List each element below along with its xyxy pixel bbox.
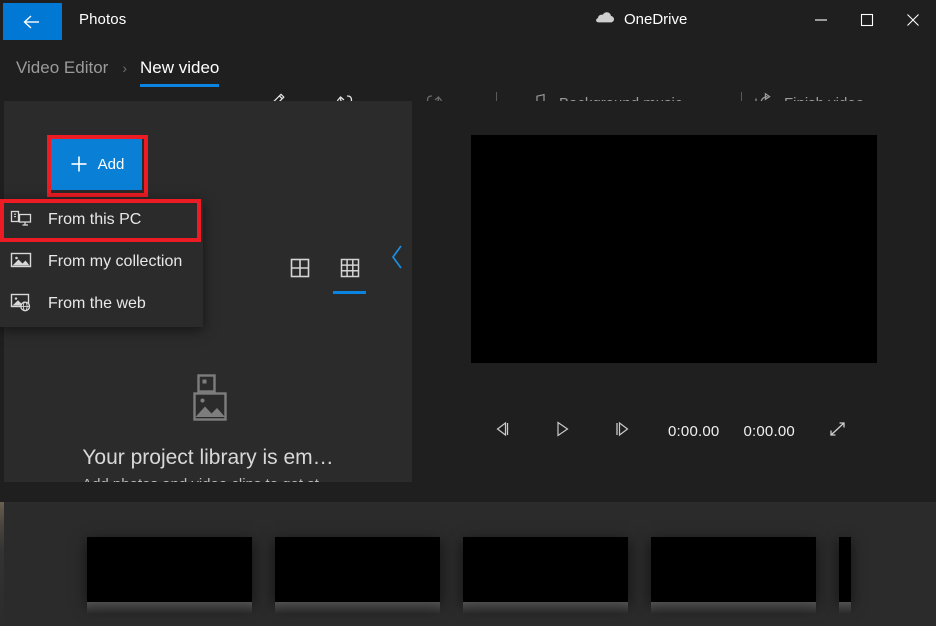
total-time-label: 0:00.00 <box>743 423 794 440</box>
timeline-gap <box>0 482 936 502</box>
breadcrumb-current-label: New video <box>140 58 219 77</box>
maximize-button[interactable] <box>844 0 890 44</box>
plus-icon <box>69 154 89 174</box>
app-title: Photos <box>79 11 126 28</box>
photo-globe-icon <box>10 292 32 317</box>
next-frame-icon <box>612 420 632 443</box>
add-button[interactable]: Add <box>51 138 142 190</box>
table-row[interactable] <box>651 537 816 602</box>
title-bar: Photos OneDrive <box>0 0 936 44</box>
back-button[interactable] <box>3 3 62 40</box>
view-mode-active-underline <box>333 291 366 294</box>
menu-item-from-my-collection[interactable]: From my collection <box>0 241 203 283</box>
table-row[interactable] <box>463 537 628 602</box>
back-arrow-icon <box>22 13 44 31</box>
table-row[interactable] <box>839 537 851 602</box>
breadcrumb-active-underline <box>140 84 219 87</box>
grid-large-icon <box>290 258 310 283</box>
play-icon <box>552 420 572 443</box>
broken-image-icon <box>180 373 236 430</box>
cloud-icon <box>595 10 615 29</box>
menu-item-from-my-collection-label: From my collection <box>48 253 182 271</box>
video-editor-window: Photos OneDrive <box>0 0 936 626</box>
current-time-label: 0:00.00 <box>668 423 719 440</box>
timeline-left-edge-strip <box>0 502 4 626</box>
onedrive-status[interactable]: OneDrive <box>595 10 687 29</box>
minimize-button[interactable] <box>798 0 844 44</box>
close-button[interactable] <box>890 0 936 44</box>
fullscreen-button[interactable] <box>819 414 857 448</box>
storyboard-timeline <box>0 502 936 626</box>
menu-item-from-the-web[interactable]: From the web <box>0 283 203 325</box>
breadcrumb-current-project[interactable]: New video <box>140 58 219 78</box>
clip-shelf <box>275 602 440 614</box>
collapse-library-button[interactable] <box>383 242 413 276</box>
player-controls: 0:00.00 0:00.00 <box>412 414 936 448</box>
photo-icon <box>10 250 32 275</box>
clip-shelf <box>651 602 816 614</box>
add-menu-flyout: From this PC From my collection <box>0 199 203 327</box>
menu-item-from-the-web-label: From the web <box>48 295 146 313</box>
minimize-icon <box>814 13 828 32</box>
command-bar: Video Editor › New video <box>0 44 936 100</box>
play-button[interactable] <box>543 414 581 448</box>
video-preview-surface[interactable] <box>471 135 877 363</box>
next-frame-button[interactable] <box>603 414 641 448</box>
empty-library-state: Your project library is em… Add photos a… <box>4 373 412 493</box>
close-icon <box>906 13 920 32</box>
previous-frame-button[interactable] <box>483 414 521 448</box>
view-mode-large-button[interactable] <box>282 253 318 287</box>
clip-shelf <box>463 602 628 614</box>
breadcrumb: Video Editor › New video <box>16 58 219 78</box>
table-row[interactable] <box>275 537 440 602</box>
clip-shelf <box>839 602 851 614</box>
add-button-label: Add <box>98 156 125 173</box>
grid-small-icon <box>340 258 360 283</box>
breadcrumb-separator-icon: › <box>122 60 127 76</box>
maximize-icon <box>860 13 874 32</box>
view-mode-small-button[interactable] <box>332 253 368 287</box>
pc-monitor-icon <box>10 208 32 233</box>
clip-shelf <box>87 602 252 614</box>
menu-item-from-this-pc-label: From this PC <box>48 211 141 229</box>
empty-library-title: Your project library is em… <box>82 446 333 470</box>
fullscreen-icon <box>827 419 849 444</box>
menu-item-from-this-pc[interactable]: From this PC <box>0 199 203 241</box>
window-controls <box>798 0 936 44</box>
onedrive-label: OneDrive <box>624 11 687 28</box>
previous-frame-icon <box>492 420 512 443</box>
table-row[interactable] <box>87 537 252 602</box>
chevron-left-icon <box>390 244 406 275</box>
breadcrumb-video-editor[interactable]: Video Editor <box>16 58 108 78</box>
preview-pane: 0:00.00 0:00.00 <box>412 101 936 482</box>
